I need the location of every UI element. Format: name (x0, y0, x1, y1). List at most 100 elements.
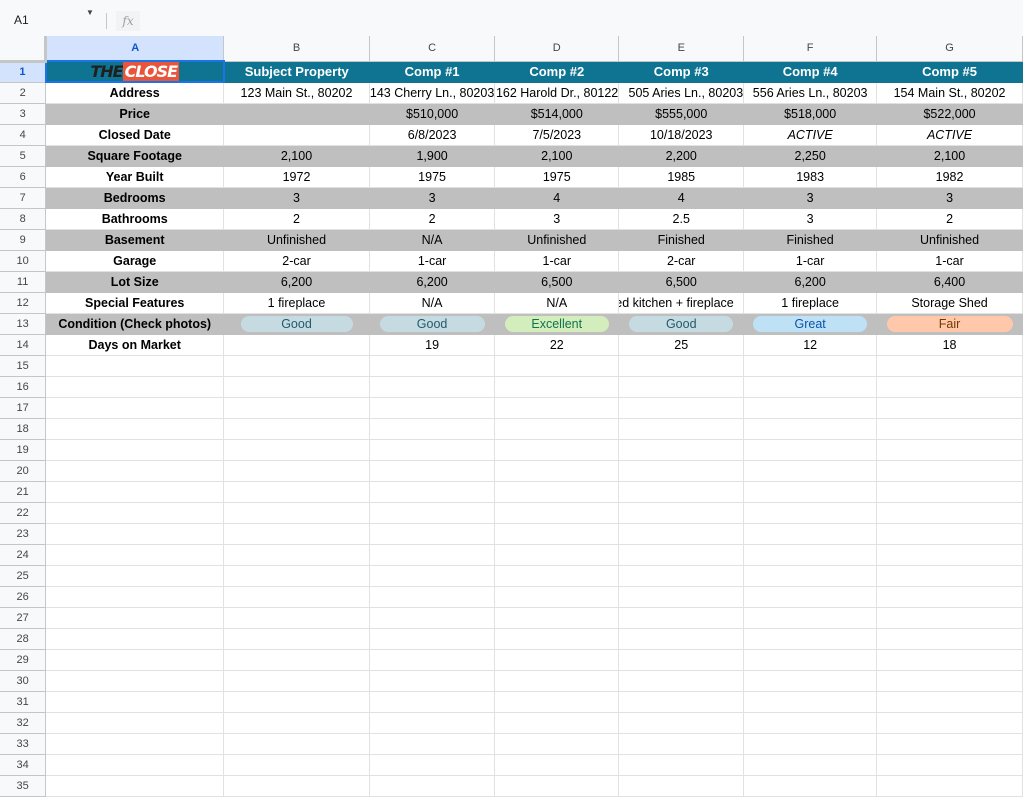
empty-cell[interactable] (743, 418, 878, 440)
empty-cell[interactable] (369, 607, 496, 629)
empty-cell[interactable] (223, 544, 370, 566)
row-number[interactable]: 12 (0, 292, 47, 314)
cell[interactable]: 2 (223, 208, 370, 230)
empty-cell[interactable] (743, 460, 878, 482)
cell[interactable]: $510,000 (369, 103, 496, 125)
cell[interactable]: 2-car (618, 250, 745, 272)
empty-cell[interactable] (494, 376, 620, 398)
condition-chip[interactable]: Good (629, 315, 734, 332)
empty-cell[interactable] (494, 628, 620, 650)
cell-label[interactable]: Year Built (45, 166, 225, 188)
empty-cell[interactable] (223, 607, 370, 629)
row-number[interactable]: 34 (0, 754, 47, 776)
empty-cell[interactable] (223, 355, 370, 377)
empty-cell[interactable] (876, 586, 1023, 608)
row-number[interactable]: 21 (0, 481, 47, 503)
cell[interactable]: 123 Main St., 80202 (223, 82, 370, 104)
cell[interactable]: 1975 (494, 166, 620, 188)
cell-header[interactable]: Comp #1 (369, 61, 496, 83)
empty-cell[interactable] (876, 523, 1023, 545)
cell[interactable]: 162 Harold Dr., 80122 (494, 82, 620, 104)
row-number[interactable]: 18 (0, 418, 47, 440)
empty-cell[interactable] (876, 355, 1023, 377)
empty-cell[interactable] (369, 523, 496, 545)
empty-cell[interactable] (369, 733, 496, 755)
empty-cell[interactable] (45, 523, 225, 545)
cell[interactable]: 3 (223, 187, 370, 209)
empty-cell[interactable] (45, 754, 225, 776)
column-header-a[interactable]: A (45, 36, 225, 62)
cell[interactable]: Finished (743, 229, 878, 251)
cell-header[interactable]: Comp #4 (743, 61, 878, 83)
empty-cell[interactable] (618, 733, 745, 755)
empty-cell[interactable] (876, 691, 1023, 713)
empty-cell[interactable] (876, 418, 1023, 440)
empty-cell[interactable] (223, 565, 370, 587)
cell[interactable] (223, 334, 370, 356)
empty-cell[interactable] (223, 418, 370, 440)
empty-cell[interactable] (45, 460, 225, 482)
empty-cell[interactable] (369, 544, 496, 566)
condition-chip[interactable]: Great (753, 315, 868, 332)
cell[interactable]: 19 (369, 334, 496, 356)
empty-cell[interactable] (618, 460, 745, 482)
empty-cell[interactable] (223, 628, 370, 650)
empty-cell[interactable] (223, 502, 370, 524)
empty-cell[interactable] (618, 481, 745, 503)
empty-cell[interactable] (876, 754, 1023, 776)
empty-cell[interactable] (876, 397, 1023, 419)
empty-cell[interactable] (494, 607, 620, 629)
cell-label[interactable]: Garage (45, 250, 225, 272)
empty-cell[interactable] (618, 502, 745, 524)
empty-cell[interactable] (743, 754, 878, 776)
column-header-e[interactable]: E (618, 36, 745, 62)
empty-cell[interactable] (618, 397, 745, 419)
empty-cell[interactable] (494, 733, 620, 755)
cell[interactable]: $522,000 (876, 103, 1023, 125)
empty-cell[interactable] (743, 733, 878, 755)
cell[interactable]: 3 (876, 187, 1023, 209)
cell[interactable]: 2,250 (743, 145, 878, 167)
cell[interactable]: 6/8/2023 (369, 124, 496, 146)
empty-cell[interactable] (618, 691, 745, 713)
empty-cell[interactable] (618, 586, 745, 608)
column-header-b[interactable]: B (223, 36, 370, 62)
cell[interactable]: 6,200 (223, 271, 370, 293)
row-number[interactable]: 4 (0, 124, 47, 146)
row-number[interactable]: 23 (0, 523, 47, 545)
empty-cell[interactable] (45, 565, 225, 587)
row-number[interactable]: 30 (0, 670, 47, 692)
cell[interactable]: Good (223, 313, 370, 335)
cell-a1[interactable]: THE CLOSE (44, 60, 225, 83)
cell[interactable] (223, 103, 370, 125)
empty-cell[interactable] (618, 670, 745, 692)
empty-cell[interactable] (876, 565, 1023, 587)
empty-cell[interactable] (494, 397, 620, 419)
cell[interactable]: ACTIVE (743, 124, 878, 146)
empty-cell[interactable] (369, 775, 496, 797)
empty-cell[interactable] (494, 523, 620, 545)
empty-cell[interactable] (45, 775, 225, 797)
empty-cell[interactable] (618, 712, 745, 734)
column-header-c[interactable]: C (369, 36, 496, 62)
empty-cell[interactable] (369, 439, 496, 461)
empty-cell[interactable] (369, 649, 496, 671)
row-number[interactable]: 33 (0, 733, 47, 755)
cell[interactable]: 12 (743, 334, 878, 356)
cell-label[interactable]: Special Features (45, 292, 225, 314)
empty-cell[interactable] (876, 649, 1023, 671)
cell[interactable]: 505 Aries Ln., 80203 (618, 82, 745, 104)
empty-cell[interactable] (743, 712, 878, 734)
condition-chip[interactable]: Good (240, 315, 353, 332)
cell[interactable]: 143 Cherry Ln., 80203 (369, 82, 496, 104)
cell[interactable]: Finished (618, 229, 745, 251)
empty-cell[interactable] (876, 670, 1023, 692)
cell-header[interactable]: Comp #5 (876, 61, 1023, 83)
empty-cell[interactable] (494, 355, 620, 377)
empty-cell[interactable] (369, 712, 496, 734)
empty-cell[interactable] (45, 355, 225, 377)
empty-cell[interactable] (743, 481, 878, 503)
column-header-d[interactable]: D (494, 36, 620, 62)
empty-cell[interactable] (45, 418, 225, 440)
empty-cell[interactable] (223, 775, 370, 797)
